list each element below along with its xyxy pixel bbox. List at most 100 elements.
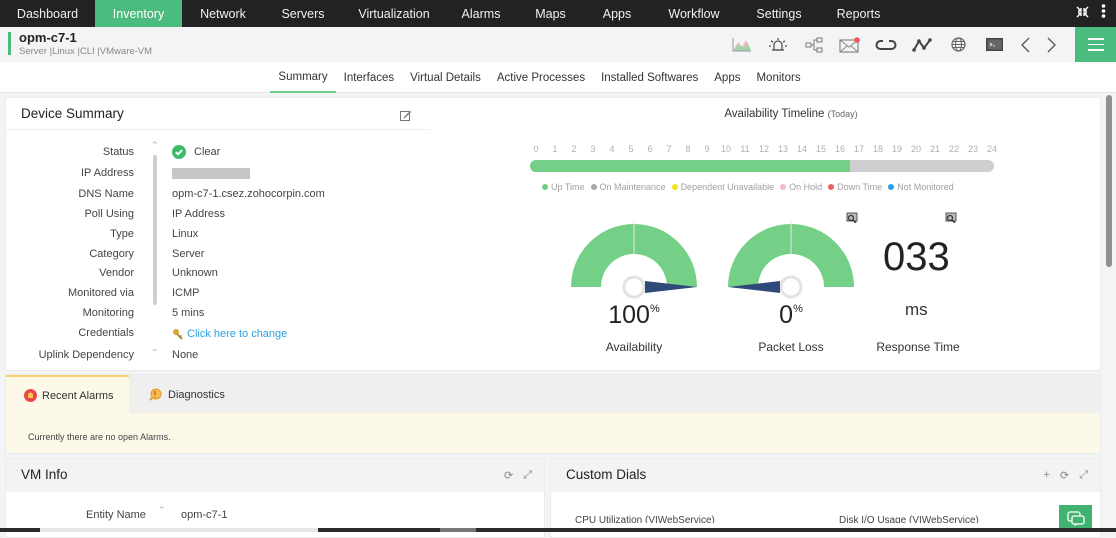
- scroll-up-icon[interactable]: ⌃: [158, 505, 166, 516]
- tab-summary[interactable]: Summary: [270, 62, 336, 93]
- custom-dials-title: Custom Dials: [566, 467, 647, 482]
- nav-network[interactable]: Network: [182, 0, 264, 27]
- nav-alarms[interactable]: Alarms: [446, 0, 516, 27]
- hour-label: 7: [666, 144, 672, 154]
- gauge-hub: [622, 275, 646, 299]
- hour-label: 21: [929, 144, 941, 154]
- tab-installed-softwares[interactable]: Installed Softwares: [593, 62, 706, 93]
- tab-virtual-details[interactable]: Virtual Details: [402, 62, 489, 93]
- previous-icon[interactable]: [1012, 27, 1038, 62]
- alarms-panel: Recent Alarms Diagnostics Currently ther…: [5, 374, 1101, 454]
- nav-settings[interactable]: Settings: [739, 0, 819, 27]
- hour-label: 9: [704, 144, 710, 154]
- path-icon[interactable]: [904, 27, 940, 62]
- nav-workflow[interactable]: Workflow: [649, 0, 739, 27]
- property-row: Type Linux: [110, 228, 199, 240]
- taskbar-strip: [0, 528, 1116, 532]
- terminal-icon[interactable]: [976, 27, 1012, 62]
- hour-label: 22: [948, 144, 960, 154]
- property-row: Monitored via ICMP: [67, 287, 200, 299]
- legend-dot: [888, 184, 895, 190]
- no-alarms-message: Currently there are no open Alarms.: [28, 432, 171, 442]
- availability-label: Availability: [605, 340, 663, 354]
- vm-info-title: VM Info: [21, 467, 68, 482]
- change-credentials-link[interactable]: Click here to change: [187, 328, 287, 340]
- link-icon[interactable]: [868, 27, 904, 62]
- dial-label: Disk I/O Usage (VIWebService): [839, 515, 979, 523]
- device-summary-title: Device Summary: [21, 106, 124, 121]
- add-icon[interactable]: +: [1044, 469, 1050, 482]
- tab-interfaces[interactable]: Interfaces: [336, 62, 403, 93]
- nav-reports[interactable]: Reports: [819, 0, 898, 27]
- entity-name-value: opm-c7-1: [181, 509, 228, 521]
- legend-item: Not Monitored: [888, 182, 954, 192]
- hour-label: 0: [533, 144, 539, 154]
- hour-label: 16: [834, 144, 846, 154]
- device-subtitle: Server |Linux |CLI |VMware-VM: [19, 46, 153, 57]
- check-circle-icon: [172, 145, 186, 159]
- next-icon[interactable]: [1038, 27, 1064, 62]
- key-icon: [173, 329, 183, 340]
- nav-virtualization[interactable]: Virtualization: [342, 0, 446, 27]
- refresh-icon[interactable]: ⟳: [1060, 469, 1069, 482]
- timeline-hour-labels: 0 1 2 3 4 5 6 7 8 9 10 11 12 13 14 15 16 17 18 19 20 21 22 23 24: [530, 144, 997, 156]
- expand-icon[interactable]: ⤢: [1079, 469, 1088, 482]
- report-icon[interactable]: [846, 210, 860, 228]
- nav-apps[interactable]: Apps: [585, 0, 649, 27]
- hour-label: 10: [720, 144, 732, 154]
- legend-dot: [828, 184, 835, 190]
- expand-icon[interactable]: ⤢: [523, 469, 532, 482]
- legend-item: Down Time: [828, 182, 882, 192]
- nav-inventory[interactable]: Inventory: [95, 0, 182, 27]
- availability-timeline-bar[interactable]: [530, 160, 994, 172]
- response-time-label: Response Time: [876, 340, 960, 354]
- timeline-legend: Up Time On Maintenance Dependent Unavailab…: [542, 182, 954, 192]
- custom-dials-panel: Custom Dials + ⟳ ⤢ CPU Utilization (VIWe…: [550, 458, 1101, 538]
- device-header: opm-c7-1 Server |Linux |CLI |VMware-VM: [0, 27, 1116, 62]
- tab-monitors[interactable]: Monitors: [748, 62, 808, 93]
- mail-icon[interactable]: [832, 27, 868, 62]
- refresh-icon[interactable]: ⟳: [504, 469, 513, 482]
- property-row: Vendor Unknown: [99, 267, 218, 279]
- collapse-icon[interactable]: [1076, 5, 1089, 23]
- topology-icon[interactable]: [796, 27, 832, 62]
- nav-dashboard[interactable]: Dashboard: [0, 0, 95, 27]
- property-row: Poll Using IP Address: [84, 208, 225, 220]
- report-icon[interactable]: [945, 210, 959, 228]
- tab-apps[interactable]: Apps: [706, 62, 748, 93]
- tab-diagnostics[interactable]: Diagnostics: [131, 375, 225, 414]
- uptime-segment: [530, 160, 851, 172]
- hour-label: 2: [571, 144, 577, 154]
- hour-label: 18: [872, 144, 884, 154]
- legend-dot: [542, 184, 548, 190]
- graph-icon[interactable]: [724, 27, 760, 62]
- property-row: Status Clear: [102, 145, 221, 159]
- main-content: Device Summary ⌃ ⌄ Status Clear IP Addre…: [0, 94, 1105, 538]
- entity-name-label: Entity Name: [86, 509, 146, 521]
- availability-timeline-title: Availability Timeline (Today): [724, 108, 858, 120]
- legend-item: On Maintenance: [590, 182, 666, 192]
- tab-active-processes[interactable]: Active Processes: [489, 62, 593, 93]
- hour-label: 19: [891, 144, 903, 154]
- top-navigation: Dashboard Inventory Network Servers Virt…: [0, 0, 1116, 27]
- packet-loss-gauge: [728, 221, 854, 299]
- property-row: IP Address: [6, 167, 426, 187]
- hour-label: 11: [740, 144, 750, 154]
- more-vertical-icon[interactable]: [1101, 4, 1106, 23]
- globe-icon[interactable]: [940, 27, 976, 62]
- menu-button[interactable]: [1075, 27, 1116, 62]
- edit-icon[interactable]: [400, 108, 412, 126]
- nav-maps[interactable]: Maps: [516, 0, 585, 27]
- hour-label: 12: [758, 144, 770, 154]
- alarm-bell-icon[interactable]: [760, 27, 796, 62]
- page-scrollbar[interactable]: [1106, 95, 1112, 267]
- tab-recent-alarms[interactable]: Recent Alarms: [6, 375, 129, 414]
- hour-label: 8: [685, 144, 691, 154]
- summary-card: Device Summary ⌃ ⌄ Status Clear IP Addre…: [5, 97, 1101, 371]
- hour-label: 6: [647, 144, 653, 154]
- hour-label: 1: [552, 144, 558, 154]
- nav-servers[interactable]: Servers: [264, 0, 342, 27]
- alarm-icon: [24, 389, 37, 402]
- legend-dot: [780, 184, 787, 190]
- property-row: Uplink Dependency None: [38, 349, 199, 361]
